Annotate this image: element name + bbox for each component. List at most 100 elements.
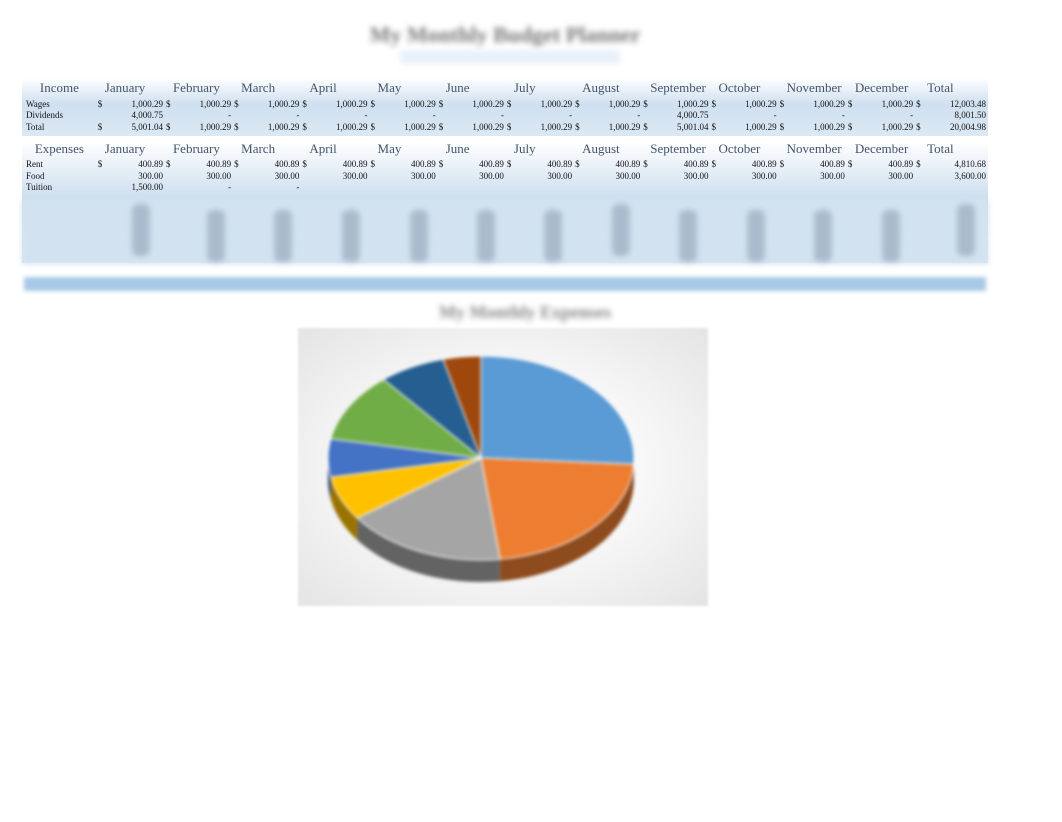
currency-symbol [642,170,652,182]
currency-symbol: $ [370,98,376,109]
income-table: Income January February March April May June Ju… [22,78,988,133]
pie-slice-1[interactable] [480,355,635,465]
currency-symbol: $ [234,121,239,132]
sheet-subtitle [400,50,620,64]
currency-symbol [233,182,243,194]
cell-value: 400.89 [274,159,300,170]
month-header: April [309,80,337,95]
cell-value: 1,500.00 [131,182,163,193]
cell-value [448,182,506,194]
currency-symbol [301,182,311,194]
cell-value [789,182,847,194]
cell-value: 1,000.29 [199,98,232,109]
month-header: July [513,80,536,95]
row-label: Food [26,170,45,181]
currency-symbol [97,170,107,182]
month-header: October [718,140,761,156]
income-row-wages: Wages $1,000.29 $1,000.29 $1,000.29 $1,000.2… [22,98,988,110]
cell-value: 400.89 [820,159,845,170]
row-label: Tuition [26,182,53,193]
cell-value: 1,000.29 [267,98,300,109]
cell-value: 400.89 [547,159,573,170]
row-total: 20,004.98 [950,121,986,132]
cell-value [721,182,779,194]
currency-symbol: $ [847,98,853,109]
cell-value: 1,000.29 [336,121,368,132]
cell-value: 400.89 [751,159,777,170]
currency-symbol [438,170,448,182]
currency-symbol: $ [847,159,853,170]
cell-value: 300.00 [138,170,163,181]
currency-symbol: $ [438,98,444,109]
currency-symbol [301,170,311,182]
month-header: September [650,140,706,156]
cell-value: - [228,110,232,121]
cell-value: 1,000.29 [472,98,504,109]
currency-symbol: $ [302,98,307,109]
currency-symbol [233,110,243,122]
budget-sheet: Income January February March April May June Ju… [22,78,988,264]
currency-symbol [642,182,652,194]
month-header: August [582,140,620,156]
income-row-total: Total $5,001.04 $1,000.29 $1,000.29 $1,000.2… [22,121,988,133]
cell-value: 1,000.29 [540,121,573,132]
currency-symbol [506,110,516,122]
cell-value: - [910,110,914,121]
currency-symbol [779,170,789,182]
month-header: November [786,80,842,95]
cell-value [311,182,369,194]
cell-value [652,182,710,194]
row-label: Rent [26,159,43,170]
cell-value: 5,001.04 [676,121,709,132]
row-total: 8,001.50 [954,110,987,121]
currency-symbol [438,110,448,122]
cell-value: 1,000.29 [404,98,436,109]
cell-value: 1,000.29 [813,121,845,132]
cell-value [584,182,642,194]
currency-symbol [574,110,584,122]
currency-symbol: $ [97,121,103,132]
month-header: May [377,140,402,156]
currency-symbol: $ [643,159,648,170]
currency-symbol: $ [847,121,853,132]
currency-symbol: $ [438,121,444,132]
cell-value: 400.89 [342,159,368,170]
currency-symbol [165,182,175,194]
currency-symbol [847,110,857,122]
month-header: March [241,140,276,156]
currency-symbol: $ [506,159,512,170]
chart-title: My Monthly Expenses [438,302,611,322]
cell-value: 300.00 [615,170,641,181]
cell-value: - [228,182,232,193]
month-header: March [241,80,276,95]
cell-value: - [296,110,300,121]
currency-symbol: $ [302,121,307,132]
currency-symbol: $ [506,98,512,109]
income-row-dividends: Dividends 4,000.75 - - - - - - - 4,000.75 - - - 8,001… [22,110,988,122]
cell-value: 1,000.29 [608,98,641,109]
month-header: November [786,140,842,156]
month-header: April [309,140,337,156]
expenses-pie-chart[interactable] [298,328,708,606]
currency-symbol: $ [302,159,307,170]
currency-symbol: $ [234,159,239,170]
currency-symbol [710,170,720,182]
total-header: Total [927,140,954,156]
row-label: Dividends [26,110,63,121]
income-header: Income [39,80,79,95]
expenses-total-row [24,277,986,291]
currency-symbol [642,110,652,122]
currency-symbol [165,110,175,122]
cell-value: - [637,110,641,121]
cell-value: 300.00 [479,170,504,181]
cell-value: 1,000.29 [336,98,368,109]
currency-symbol: $ [575,98,580,109]
cell-value: 1,000.29 [540,98,573,109]
currency-symbol: $ [779,121,785,132]
cell-value: 1,000.29 [813,98,845,109]
cell-value: 400.89 [206,159,232,170]
currency-symbol: $ [916,98,921,109]
pie-slice-2[interactable] [480,457,635,560]
cell-value: 4,000.75 [131,110,163,121]
cell-value: 400.89 [615,159,641,170]
